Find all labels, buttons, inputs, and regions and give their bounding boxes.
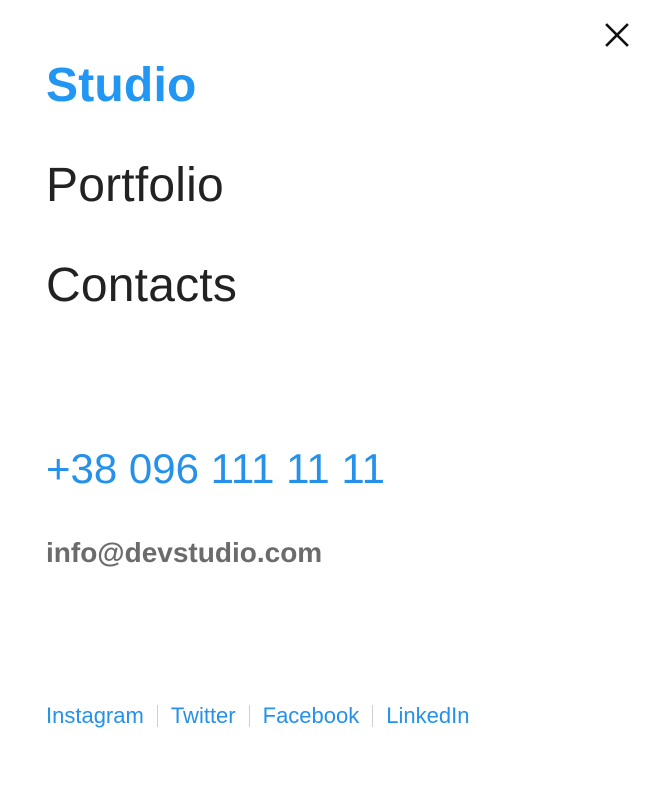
social-link-linkedin[interactable]: LinkedIn bbox=[386, 702, 469, 730]
nav-item-portfolio[interactable]: Portfolio bbox=[46, 158, 237, 214]
nav-item-contacts[interactable]: Contacts bbox=[46, 258, 237, 314]
email-link[interactable]: info@devstudio.com bbox=[46, 534, 322, 572]
social-links: Instagram Twitter Facebook LinkedIn bbox=[46, 702, 469, 730]
social-link-instagram[interactable]: Instagram bbox=[46, 702, 144, 730]
close-icon bbox=[605, 23, 629, 47]
close-button[interactable] bbox=[602, 20, 632, 50]
nav-item-studio[interactable]: Studio bbox=[46, 58, 237, 114]
mobile-menu-overlay: Studio Portfolio Contacts +38 096 111 11… bbox=[0, 0, 658, 787]
social-link-facebook[interactable]: Facebook bbox=[263, 702, 360, 730]
phone-link[interactable]: +38 096 111 11 11 bbox=[46, 443, 385, 495]
divider bbox=[248, 705, 250, 727]
divider bbox=[372, 705, 374, 727]
divider bbox=[156, 705, 158, 727]
social-link-twitter[interactable]: Twitter bbox=[171, 702, 236, 730]
main-nav: Studio Portfolio Contacts bbox=[46, 58, 237, 358]
